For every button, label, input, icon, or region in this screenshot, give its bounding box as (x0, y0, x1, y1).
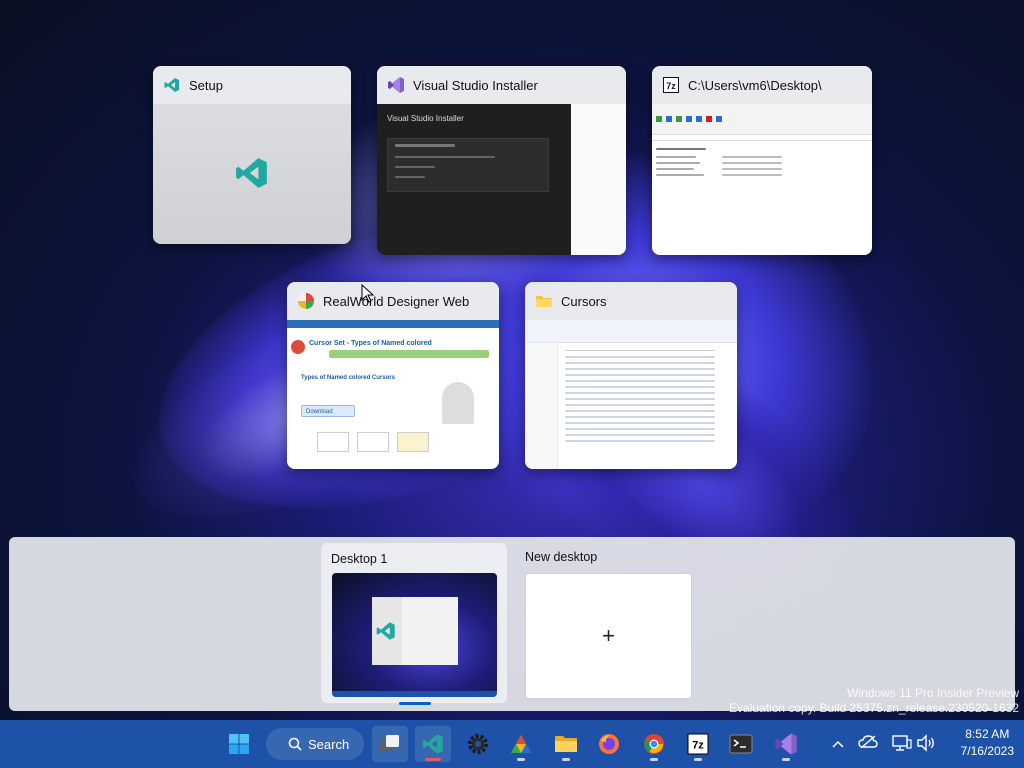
plus-icon: + (602, 623, 615, 648)
7zip-icon: 7z (662, 76, 680, 94)
desktop-label: Desktop 1 (331, 552, 388, 566)
watermark-edition: Windows 11 Pro Insider Preview (847, 686, 1019, 700)
window-card-visual-studio-installer[interactable]: Visual Studio Installer Visual Studio In… (377, 66, 626, 255)
window-title: RealWorld Designer Web (323, 293, 470, 309)
preview-subheading: Types of Named colored Cursors (301, 375, 395, 381)
window-card-title: RealWorld Designer Web (287, 282, 499, 320)
realworld-icon (511, 735, 531, 753)
window-card-realworld-designer[interactable]: RealWorld Designer Web Cursor Set - Type… (287, 282, 499, 469)
taskbar-file-explorer[interactable] (548, 726, 584, 762)
speaker-icon (917, 734, 934, 752)
window-card-title: 7z C:\Users\vm6\Desktop\ (652, 66, 872, 104)
new-desktop-label: New desktop (525, 550, 598, 564)
taskbar-7zip[interactable]: 7z (680, 726, 716, 762)
clock-time: 8:52 AM (965, 727, 1010, 741)
mouse-pointer-icon (361, 283, 375, 309)
window-card-setup[interactable]: Setup (153, 66, 351, 244)
vscode-icon (422, 734, 443, 754)
window-title: Cursors (561, 293, 607, 309)
window-preview (153, 104, 351, 244)
window-card-7zip[interactable]: 7z C:\Users\vm6\Desktop\ (652, 66, 872, 255)
folder-icon (535, 292, 553, 310)
vscode-icon (235, 156, 269, 195)
taskbar-firefox[interactable] (591, 726, 627, 762)
taskbar-visual-studio[interactable] (768, 726, 804, 762)
cloud-icon (858, 735, 878, 749)
vscode-icon (163, 76, 181, 94)
desktop-preview (332, 573, 497, 697)
window-title: C:\Users\vm6\Desktop\ (688, 77, 822, 93)
start-icon (229, 734, 249, 754)
search-label: Search (308, 736, 350, 752)
watermark-build: Evaluation copy. Build 25375.zn_release.… (729, 701, 1019, 715)
chevron-up-icon (832, 740, 844, 748)
preview-download: Download (301, 405, 355, 417)
window-card-title: Setup (153, 66, 351, 104)
file-explorer-icon (555, 736, 577, 752)
preview-heading: Visual Studio Installer (387, 114, 464, 123)
chrome-icon (644, 734, 664, 754)
window-card-title: Visual Studio Installer (377, 66, 626, 104)
visual-studio-icon (775, 733, 797, 755)
onedrive-tray-button[interactable] (858, 734, 880, 754)
window-preview (652, 104, 872, 255)
virtual-desktops-panel: Desktop 1 New desktop + (9, 537, 1015, 711)
volume-tray-button[interactable] (916, 734, 938, 754)
clock[interactable]: 8:52 AM 7/16/2023 (961, 726, 1014, 760)
7zip-icon: 7z (687, 733, 709, 755)
settings-icon (468, 734, 488, 754)
task-view-button[interactable] (372, 726, 408, 762)
firefox-icon (599, 734, 619, 754)
search-box[interactable]: Search (266, 728, 364, 760)
visual-studio-icon (387, 76, 405, 94)
taskbar-chrome[interactable] (636, 726, 672, 762)
window-card-title: Cursors (525, 282, 737, 320)
window-title: Visual Studio Installer (413, 77, 538, 93)
taskbar-realworld[interactable] (503, 726, 539, 762)
active-desktop-indicator (399, 702, 431, 705)
start-button[interactable] (221, 726, 257, 762)
task-view-icon (380, 735, 399, 752)
clock-date: 7/16/2023 (960, 744, 1014, 758)
network-tray-button[interactable] (892, 734, 914, 754)
show-hidden-icons-button[interactable] (828, 734, 848, 754)
window-preview: Cursor Set - Types of Named colored Type… (287, 320, 499, 469)
preview-heading: Cursor Set - Types of Named colored (309, 340, 432, 347)
taskbar: Search 7z 8:52 AM 7/16/2023 (0, 720, 1024, 768)
taskbar-terminal[interactable] (723, 726, 759, 762)
realworld-icon (297, 292, 315, 310)
window-preview: Visual Studio Installer (377, 104, 626, 255)
window-title: Setup (189, 77, 223, 93)
search-icon (288, 737, 302, 751)
svg-text:7z: 7z (692, 740, 704, 752)
terminal-icon (729, 734, 753, 754)
taskbar-settings[interactable] (460, 726, 496, 762)
svg-text:7z: 7z (666, 81, 676, 91)
window-card-cursors[interactable]: Cursors (525, 282, 737, 469)
new-desktop-button[interactable]: + (525, 573, 692, 699)
network-icon (892, 735, 912, 751)
desktop-1-thumbnail[interactable]: Desktop 1 (321, 543, 507, 705)
taskbar-vscode[interactable] (415, 726, 451, 762)
window-preview (525, 320, 737, 469)
